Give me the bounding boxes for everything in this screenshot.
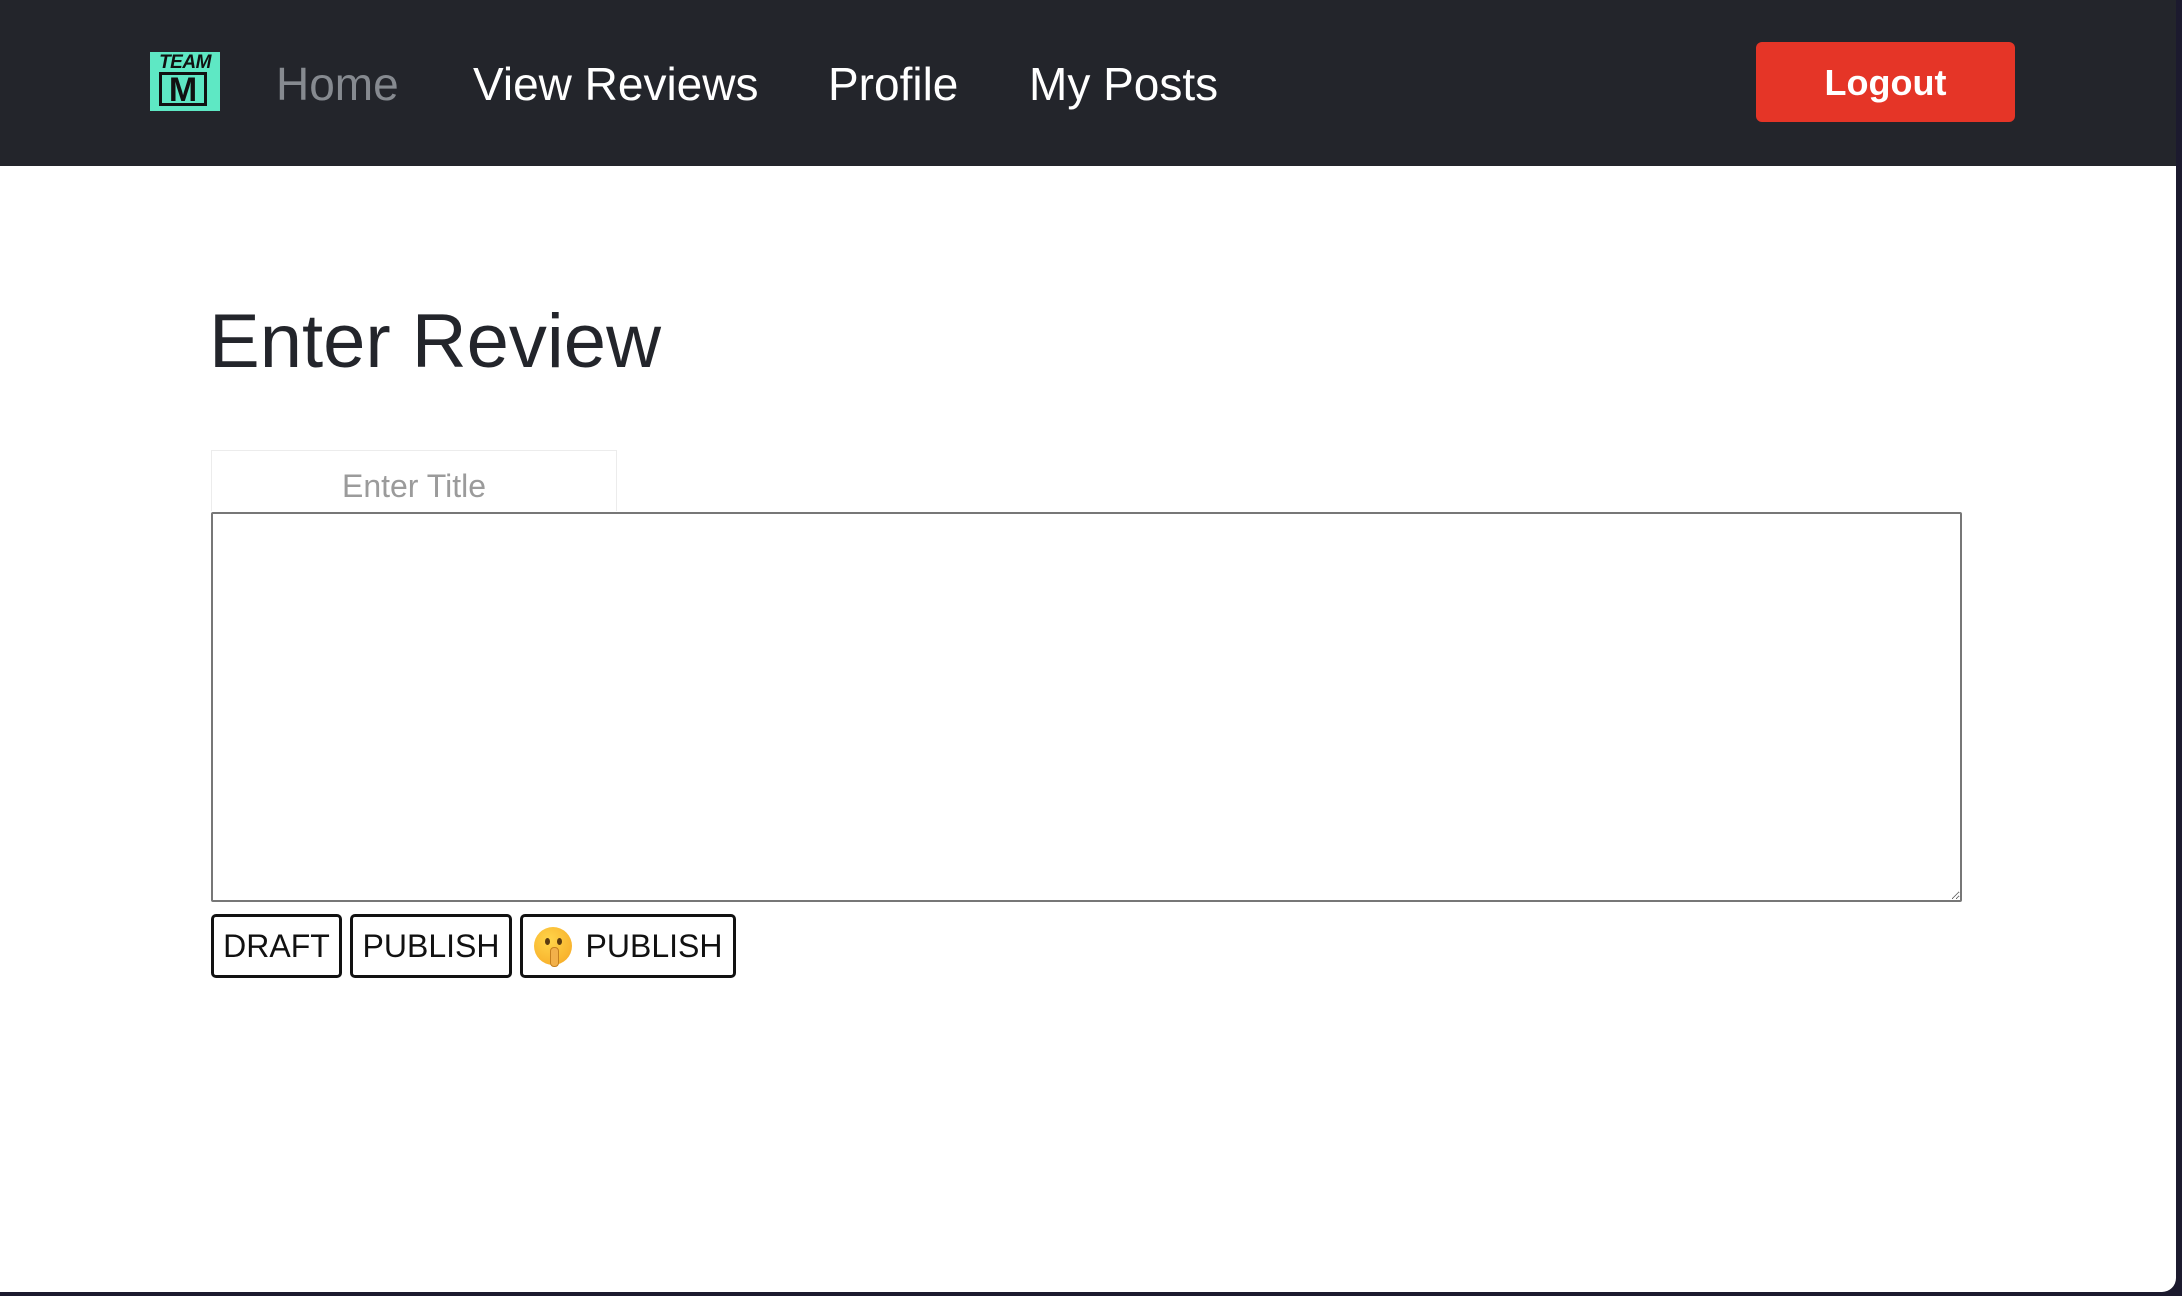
review-body-textarea[interactable] [211, 512, 1962, 902]
nav-link-view-reviews[interactable]: View Reviews [473, 56, 758, 112]
page: TEAM M Home View Reviews Profile My Post… [0, 0, 2176, 1292]
publish-button[interactable]: PUBLISH [350, 914, 512, 978]
logo-team-text: TEAM [159, 52, 211, 73]
logout-button[interactable]: Logout [1756, 42, 2015, 122]
team-m-logo[interactable]: TEAM M [150, 52, 220, 111]
nav-link-home[interactable]: Home [276, 56, 399, 112]
shushing-face-icon [533, 926, 572, 967]
navbar: TEAM M Home View Reviews Profile My Post… [0, 0, 2176, 166]
nav-link-profile[interactable]: Profile [828, 56, 958, 112]
logo-m-letter: M [159, 72, 207, 107]
secret-publish-label: PUBLISH [585, 928, 723, 964]
page-title: Enter Review [209, 299, 661, 384]
review-title-input[interactable] [211, 450, 617, 511]
nav-link-my-posts[interactable]: My Posts [1029, 56, 1218, 112]
secret-publish-button[interactable]: PUBLISH [520, 914, 736, 978]
draft-button[interactable]: DRAFT [211, 914, 342, 978]
